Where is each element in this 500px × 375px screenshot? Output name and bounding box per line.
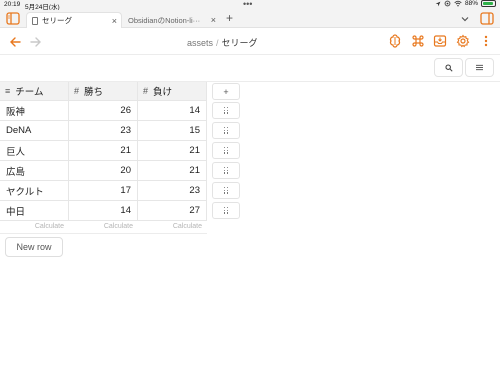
drag-handle-icon [224, 207, 228, 214]
tab-obsidian-notion[interactable]: ObsidianのNotion-li··· × [124, 12, 220, 28]
cell-wins[interactable]: 21 [69, 141, 138, 161]
location-icon [435, 1, 441, 6]
new-row-button[interactable]: New row [5, 237, 63, 257]
row-drag-handle[interactable] [212, 182, 240, 199]
more-options-icon[interactable] [479, 34, 493, 48]
cell-losses[interactable]: 14 [138, 101, 207, 121]
new-tab-button[interactable]: + [226, 11, 233, 25]
multitasking-dots[interactable]: ••• [243, 0, 252, 9]
number-type-icon: # [74, 86, 80, 96]
calculate-losses[interactable]: Calculate [138, 219, 207, 233]
calculate-wins[interactable]: Calculate [69, 219, 138, 233]
row-drag-handle[interactable] [212, 122, 240, 139]
cell-team[interactable]: 広島 [0, 161, 69, 181]
cell-wins[interactable]: 23 [69, 121, 138, 141]
left-sidebar-toggle-icon[interactable] [6, 12, 20, 25]
cell-wins[interactable]: 20 [69, 161, 138, 181]
cell-team[interactable]: 巨人 [0, 141, 69, 161]
cell-team[interactable]: ヤクルト [0, 181, 69, 201]
chevron-down-icon[interactable] [460, 14, 470, 24]
divider [0, 233, 207, 234]
brain-icon[interactable] [388, 34, 402, 48]
calculate-team[interactable]: Calculate [0, 219, 69, 233]
drag-handle-icon [224, 187, 228, 194]
status-bar: 20:19 5月24日(水) ••• 88% [0, 0, 500, 11]
cell-losses[interactable]: 23 [138, 181, 207, 201]
drag-handle-icon [224, 167, 228, 174]
inbox-download-icon[interactable] [433, 34, 447, 48]
orientation-lock-icon [444, 0, 451, 7]
column-header-label: 勝ち [84, 87, 104, 98]
breadcrumb-separator: / [216, 38, 219, 48]
row-drag-handle[interactable] [212, 142, 240, 159]
tab-bar: セリーグ × ObsidianのNotion-li··· × + [0, 10, 500, 28]
cell-losses[interactable]: 21 [138, 161, 207, 181]
battery-percent: 88% [464, 0, 478, 7]
text-type-icon: ≡ [5, 86, 11, 96]
cell-team[interactable]: DeNA [0, 121, 69, 141]
cell-team[interactable]: 阪神 [0, 101, 69, 121]
number-type-icon: # [143, 86, 149, 96]
row-drag-handle[interactable] [212, 102, 240, 119]
list-icon [476, 64, 483, 71]
command-icon[interactable] [411, 34, 425, 48]
view-header: assets / セリーグ [0, 28, 500, 55]
cell-losses[interactable]: 27 [138, 201, 207, 221]
tab-label: ObsidianのNotion-li··· [128, 15, 201, 25]
close-icon[interactable]: × [112, 16, 117, 26]
column-header-team[interactable]: ≡ チーム [0, 82, 69, 101]
column-header-label: 負け [153, 87, 173, 98]
drag-handle-icon [224, 147, 228, 154]
right-sidebar-toggle-icon[interactable] [480, 12, 494, 25]
column-header-label: チーム [15, 87, 44, 98]
tab-seriegu[interactable]: セリーグ × [26, 12, 122, 28]
drag-handle-icon [224, 127, 228, 134]
cell-losses[interactable]: 15 [138, 121, 207, 141]
row-drag-handle[interactable] [212, 162, 240, 179]
tab-label: セリーグ [42, 16, 72, 25]
drag-handle-icon [224, 107, 228, 114]
cell-wins[interactable]: 14 [69, 201, 138, 221]
search-button[interactable] [434, 58, 463, 77]
breadcrumb: assets / セリーグ [187, 36, 258, 49]
add-column-button[interactable]: + [212, 83, 240, 100]
gear-icon[interactable] [456, 34, 470, 48]
search-icon [444, 63, 453, 72]
breadcrumb-current[interactable]: セリーグ [222, 38, 258, 48]
cell-wins[interactable]: 26 [69, 101, 138, 121]
cell-wins[interactable]: 17 [69, 181, 138, 201]
column-header-wins[interactable]: # 勝ち [69, 82, 138, 101]
row-drag-handle[interactable] [212, 202, 240, 219]
arrow-left-icon[interactable] [8, 35, 22, 49]
column-header-losses[interactable]: # 負け [138, 82, 207, 101]
wifi-icon [454, 0, 462, 7]
status-time: 20:19 [4, 1, 21, 8]
battery-icon [481, 0, 496, 7]
breadcrumb-folder[interactable]: assets [187, 38, 213, 48]
view-options-button[interactable] [465, 58, 494, 77]
cell-team[interactable]: 中日 [0, 201, 69, 221]
document-icon [32, 16, 38, 25]
arrow-right-icon[interactable] [29, 35, 43, 49]
close-icon[interactable]: × [211, 15, 216, 25]
cell-losses[interactable]: 21 [138, 141, 207, 161]
